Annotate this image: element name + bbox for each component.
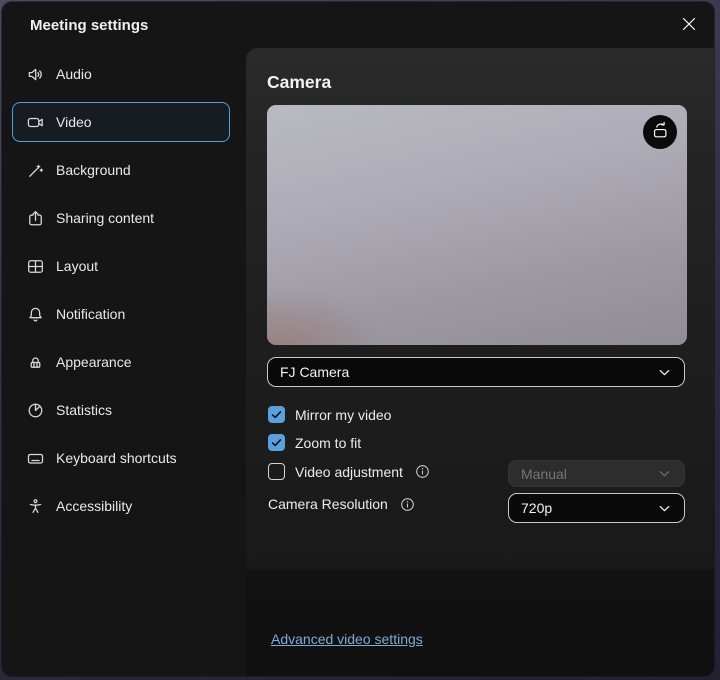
sidebar-item-notification[interactable]: Notification [12, 294, 230, 334]
sidebar-item-statistics[interactable]: Statistics [12, 390, 230, 430]
sidebar-item-label: Sharing content [56, 210, 154, 226]
sidebar-item-video[interactable]: Video [12, 102, 230, 142]
sidebar-item-label: Background [56, 162, 131, 178]
sidebar-item-sharing-content[interactable]: Sharing content [12, 198, 230, 238]
video-adjustment-label: Video adjustment [295, 464, 403, 480]
sidebar-item-accessibility[interactable]: Accessibility [12, 486, 230, 526]
grid-layout-icon [27, 258, 44, 275]
zoom-to-fit-checkbox[interactable] [268, 434, 285, 451]
mirror-video-label: Mirror my video [295, 407, 391, 423]
sidebar-item-label: Notification [56, 306, 125, 322]
video-adjustment-mode-value: Manual [521, 466, 567, 482]
sidebar-item-label: Audio [56, 66, 92, 82]
info-icon[interactable] [415, 464, 430, 479]
camera-select-value: FJ Camera [280, 364, 349, 380]
sidebar-item-label: Video [56, 114, 92, 130]
mirror-video-option: Mirror my video [268, 406, 391, 423]
sidebar-item-layout[interactable]: Layout [12, 246, 230, 286]
chevron-down-icon [657, 365, 672, 380]
video-adjustment-checkbox[interactable] [268, 463, 285, 480]
sidebar-item-audio[interactable]: Audio [12, 54, 230, 94]
accessibility-icon [27, 498, 44, 515]
sidebar-item-label: Statistics [56, 402, 112, 418]
camera-resolution-row: Camera Resolution [268, 496, 415, 512]
section-title: Camera [267, 72, 331, 93]
pie-chart-icon [27, 402, 44, 419]
camera-preview [267, 105, 687, 345]
sidebar-item-label: Appearance [56, 354, 132, 370]
keyboard-icon [27, 450, 44, 467]
close-button[interactable] [676, 13, 702, 39]
video-adjustment-mode-select: Manual [508, 460, 685, 487]
sidebar-item-keyboard-shortcuts[interactable]: Keyboard shortcuts [12, 438, 230, 478]
rotate-camera-button[interactable] [643, 115, 677, 149]
zoom-to-fit-option: Zoom to fit [268, 434, 361, 451]
rotate-camera-icon [650, 120, 670, 145]
sidebar-item-label: Layout [56, 258, 98, 274]
sidebar-item-background[interactable]: Background [12, 150, 230, 190]
sidebar-item-appearance[interactable]: Appearance [12, 342, 230, 382]
chevron-down-icon [657, 466, 672, 481]
camera-select[interactable]: FJ Camera [267, 357, 685, 387]
magic-wand-icon [27, 162, 44, 179]
zoom-to-fit-label: Zoom to fit [295, 435, 361, 451]
sidebar-item-label: Keyboard shortcuts [56, 450, 177, 466]
advanced-video-settings-link[interactable]: Advanced video settings [271, 631, 423, 647]
video-camera-icon [27, 114, 44, 131]
meeting-settings-dialog: Meeting settings Audio Video Background [2, 2, 714, 676]
camera-resolution-select[interactable]: 720p [508, 493, 685, 523]
close-icon [682, 17, 696, 36]
share-icon [27, 210, 44, 227]
info-icon[interactable] [400, 497, 415, 512]
chevron-down-icon [657, 501, 672, 516]
camera-resolution-label: Camera Resolution [268, 496, 388, 512]
camera-settings-panel: Camera FJ Camera Mirror my video [246, 48, 714, 676]
dialog-title: Meeting settings [30, 17, 148, 34]
speaker-icon [27, 66, 44, 83]
paintbrush-icon [27, 354, 44, 371]
bell-icon [27, 306, 44, 323]
sidebar-item-label: Accessibility [56, 498, 132, 514]
mirror-video-checkbox[interactable] [268, 406, 285, 423]
video-adjustment-option: Video adjustment [268, 463, 430, 480]
settings-sidebar: Audio Video Background Sharing content L [2, 54, 246, 534]
camera-resolution-value: 720p [521, 500, 552, 516]
